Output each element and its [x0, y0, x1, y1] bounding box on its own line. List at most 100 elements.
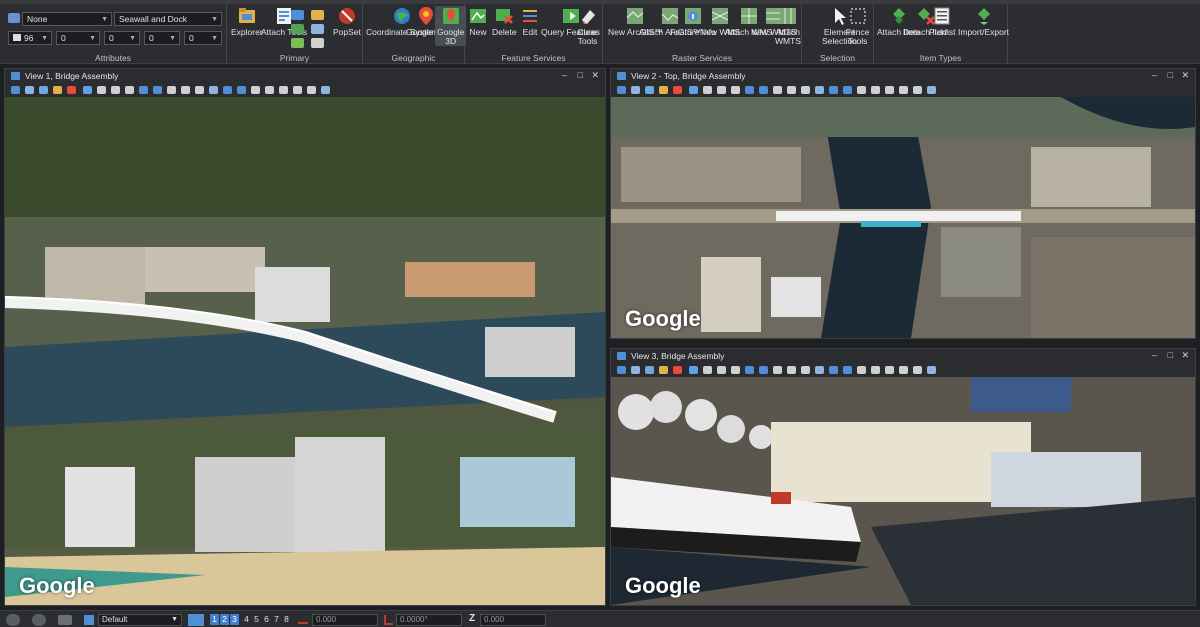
angle-field[interactable]: 0.0000° — [396, 614, 462, 626]
zoom-out-icon[interactable] — [111, 86, 120, 94]
walk-icon[interactable] — [265, 86, 274, 94]
close-button[interactable]: ✕ — [1181, 70, 1189, 81]
level-combo[interactable]: None ▼ — [22, 12, 112, 26]
clip-volume-icon[interactable] — [829, 366, 838, 374]
minimize-button[interactable]: – — [1152, 350, 1157, 360]
transparency-combo[interactable]: 0 ▼ — [144, 31, 180, 45]
bookmark-icon[interactable] — [913, 86, 922, 94]
reality-mesh-icon[interactable] — [321, 86, 330, 94]
minimize-button[interactable]: – — [1152, 70, 1157, 80]
view-attributes-icon[interactable] — [11, 86, 20, 94]
close-button[interactable]: ✕ — [1181, 350, 1189, 361]
clip-volume-icon[interactable] — [223, 86, 232, 94]
zoom-in-icon[interactable] — [97, 86, 106, 94]
view-attributes-icon[interactable] — [617, 366, 626, 374]
view-toggle-7[interactable]: 7 — [272, 614, 281, 625]
references-icon[interactable] — [291, 10, 304, 20]
clip-mask-icon[interactable] — [237, 86, 246, 94]
feature-new-button[interactable]: New — [468, 6, 488, 37]
maximize-button[interactable]: □ — [578, 70, 583, 80]
attach-wmts-button[interactable]: Attach WMTS — [775, 6, 801, 46]
view-toggle-4[interactable]: 4 — [242, 614, 251, 625]
view-toggle-8[interactable]: 8 — [282, 614, 291, 625]
lighting-icon[interactable] — [659, 366, 668, 374]
view-3-canvas[interactable]: Google — [611, 377, 1195, 605]
section-icon[interactable] — [857, 366, 866, 374]
look-icon[interactable] — [899, 366, 908, 374]
view-previous-icon[interactable] — [787, 366, 796, 374]
view-1-window[interactable]: View 1, Bridge Assembly – □ ✕ Google — [4, 68, 606, 606]
maximize-button[interactable]: □ — [1168, 350, 1173, 360]
camera-icon[interactable] — [209, 86, 218, 94]
reality-mesh-icon[interactable] — [927, 366, 936, 374]
view-3-window[interactable]: View 3, Bridge Assembly – □ ✕ Google — [610, 348, 1196, 606]
window-area-icon[interactable] — [731, 86, 740, 94]
map-pin-icon[interactable] — [673, 86, 682, 94]
picklist-button[interactable]: Picklist — [929, 6, 955, 37]
line-style-combo[interactable]: 0 ▼ — [56, 31, 100, 45]
zoom-in-icon[interactable] — [703, 86, 712, 94]
raster-manager-icon[interactable] — [291, 38, 304, 48]
section-icon[interactable] — [251, 86, 260, 94]
view-2-window[interactable]: View 2 - Top, Bridge Assembly – □ ✕ Goog… — [610, 68, 1196, 339]
display-style-icon[interactable] — [631, 366, 640, 374]
walk-icon[interactable] — [871, 366, 880, 374]
views-icon[interactable] — [188, 614, 204, 626]
z-field[interactable]: 0.000 — [480, 614, 546, 626]
google-3d-button[interactable]: Google 3D — [435, 6, 467, 46]
render-icon[interactable] — [39, 86, 48, 94]
view-1-canvas[interactable]: Google — [5, 97, 605, 605]
feature-edit-button[interactable]: Edit — [520, 6, 540, 37]
maximize-button[interactable]: □ — [1168, 70, 1173, 80]
view-next-icon[interactable] — [801, 86, 810, 94]
fence-tools-button[interactable]: Fence Tools — [842, 6, 873, 46]
pan-view-icon[interactable] — [773, 366, 782, 374]
view-previous-icon[interactable] — [181, 86, 190, 94]
minimize-button[interactable]: – — [562, 70, 567, 80]
fly-icon[interactable] — [885, 366, 894, 374]
map-pin-icon[interactable] — [673, 366, 682, 374]
lighting-icon[interactable] — [659, 86, 668, 94]
bookmark-icon[interactable] — [913, 366, 922, 374]
view-toggle-2[interactable]: 2 — [220, 614, 229, 625]
zoom-out-icon[interactable] — [717, 86, 726, 94]
view-previous-icon[interactable] — [787, 86, 796, 94]
pen-icon[interactable] — [83, 86, 92, 94]
view-attributes-icon[interactable] — [617, 86, 626, 94]
priority-combo[interactable]: 0 ▼ — [184, 31, 222, 45]
print-icon[interactable] — [311, 38, 324, 48]
popset-button[interactable]: PopSet — [333, 6, 361, 37]
look-icon[interactable] — [293, 86, 302, 94]
clip-mask-icon[interactable] — [843, 86, 852, 94]
view-toggle-5[interactable]: 5 — [252, 614, 261, 625]
section-icon[interactable] — [857, 86, 866, 94]
look-icon[interactable] — [899, 86, 908, 94]
fly-icon[interactable] — [279, 86, 288, 94]
folder-icon[interactable] — [58, 615, 72, 625]
fit-view-icon[interactable] — [745, 366, 754, 374]
display-style-icon[interactable] — [25, 86, 34, 94]
map-pin-icon[interactable] — [67, 86, 76, 94]
zoom-out-icon[interactable] — [717, 366, 726, 374]
view-2-canvas[interactable]: Google — [611, 97, 1195, 338]
view-next-icon[interactable] — [801, 366, 810, 374]
back-icon[interactable] — [6, 614, 20, 626]
saved-views-icon[interactable] — [311, 10, 324, 20]
render-icon[interactable] — [645, 86, 654, 94]
close-button[interactable]: ✕ — [591, 70, 599, 81]
view-next-icon[interactable] — [195, 86, 204, 94]
explorer-button[interactable]: Explorer — [231, 6, 263, 37]
color-combo[interactable]: 96 ▼ — [8, 31, 52, 45]
pen-icon[interactable] — [689, 86, 698, 94]
render-icon[interactable] — [645, 366, 654, 374]
clip-mask-icon[interactable] — [843, 366, 852, 374]
bookmark-icon[interactable] — [307, 86, 316, 94]
distance-field[interactable]: 0.000 — [312, 614, 378, 626]
fly-icon[interactable] — [885, 86, 894, 94]
view-toggle-3[interactable]: 3 — [230, 614, 239, 625]
rotate-view-icon[interactable] — [153, 86, 162, 94]
display-style-icon[interactable] — [631, 86, 640, 94]
camera-icon[interactable] — [815, 86, 824, 94]
fit-view-icon[interactable] — [745, 86, 754, 94]
window-area-icon[interactable] — [125, 86, 134, 94]
